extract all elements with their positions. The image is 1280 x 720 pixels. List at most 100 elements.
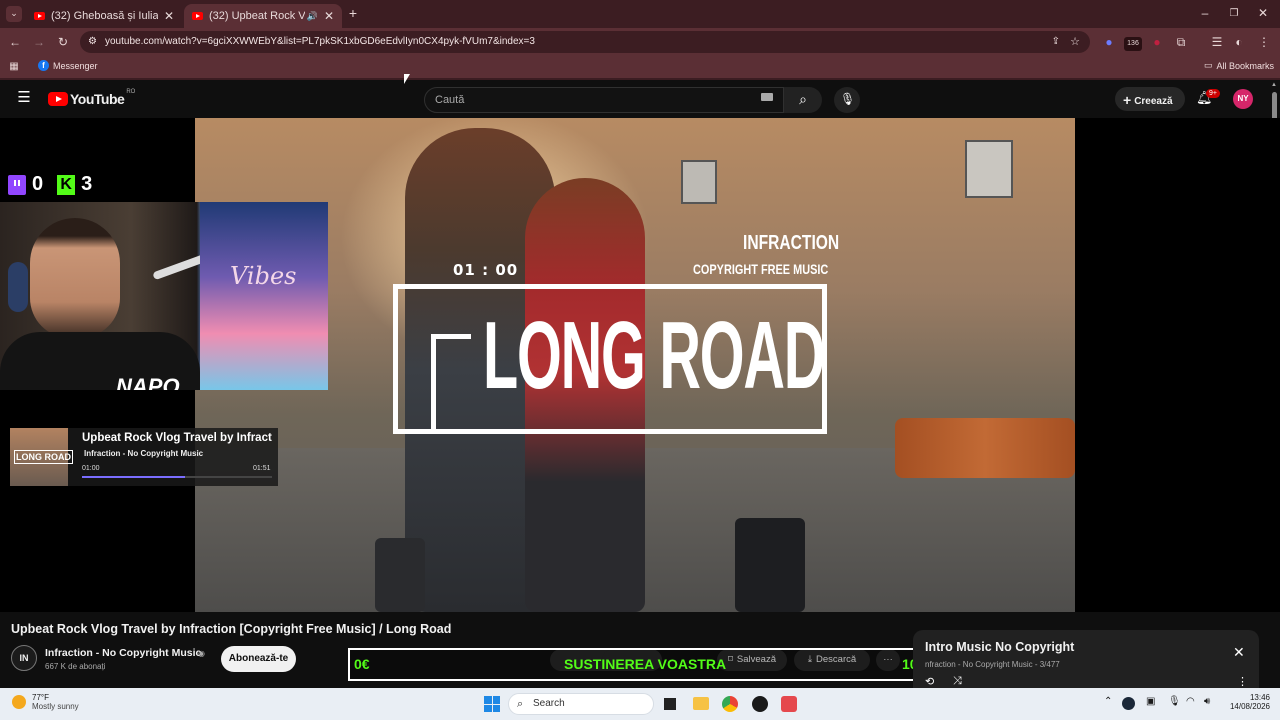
tab-title: (32) Upbeat Rock Vlog Trav <box>209 10 305 22</box>
search-button[interactable]: ⌕ <box>784 87 822 113</box>
tab-search-icon[interactable]: ⌄ <box>6 6 22 22</box>
bookmark-messenger[interactable]: f Messenger <box>38 60 98 71</box>
twitch-icon <box>8 174 26 195</box>
verified-icon: ◉ <box>198 649 205 658</box>
voice-search-button[interactable]: 🎙︎ <box>834 87 860 113</box>
support-label: SUSTINEREA VOASTRA <box>564 656 727 672</box>
loop-icon[interactable]: ⟲ <box>925 675 934 688</box>
avatar[interactable]: NY <box>1233 89 1253 109</box>
menu-icon[interactable]: ⋮ <box>1258 35 1270 49</box>
channel-name[interactable]: Infraction - No Copyright Music <box>45 647 201 659</box>
shuffle-icon[interactable]: ⤨ <box>953 675 962 688</box>
scroll-up-icon[interactable]: ▲ <box>1271 82 1277 88</box>
tab-inactive[interactable]: (32) Gheboasă și Iulia Vorbesc d ✕ <box>26 4 182 28</box>
region-code: RO <box>126 89 136 95</box>
reload-icon[interactable]: ↻ <box>56 35 70 49</box>
weather-desc: Mostly sunny <box>32 702 79 711</box>
tab-close-icon[interactable]: ✕ <box>164 9 174 23</box>
start-button[interactable] <box>484 696 500 712</box>
wifi-icon[interactable]: ◠ <box>1186 696 1195 707</box>
restore-icon[interactable]: ❐ <box>1228 7 1240 21</box>
scene-suitcase <box>735 518 805 612</box>
scene-suitcase <box>375 538 425 612</box>
webcam-overlay: Vibes NAPO <box>0 202 328 390</box>
thumbnail-text: LONG ROAD <box>14 450 73 464</box>
video-time-text: 01 : 00 <box>453 261 519 279</box>
profile-icon[interactable]: ◐ <box>1232 35 1246 49</box>
subscribe-button[interactable]: Abonează-te <box>221 646 296 672</box>
extension-icon[interactable]: ● <box>1150 35 1164 49</box>
microphone-icon[interactable]: 🎙︎ <box>1168 696 1181 707</box>
scene-barrier <box>895 418 1075 478</box>
playlist-panel: Intro Music No Copyright nfraction - No … <box>913 630 1259 688</box>
search-input[interactable]: Caută <box>424 87 784 113</box>
tab-active[interactable]: (32) Upbeat Rock Vlog Trav 🔊 ✕ <box>184 4 342 28</box>
streamer-name: NAPO <box>116 374 180 390</box>
back-icon[interactable]: ← <box>8 35 22 49</box>
app-icon[interactable] <box>752 696 768 712</box>
tray-chevron-icon[interactable]: ⌃ <box>1104 696 1112 707</box>
youtube-favicon-icon <box>34 12 45 20</box>
now-playing-elapsed: 01:00 <box>82 465 100 472</box>
bookmarks-bar: ▦ f Messenger ▭ All Bookmarks <box>0 56 1280 78</box>
volume-icon[interactable]: 🔊︎ <box>1204 696 1210 707</box>
tab-close-icon[interactable]: ✕ <box>324 9 334 23</box>
channel-avatar[interactable]: IN <box>11 645 37 671</box>
minimize-icon[interactable]: – <box>1198 6 1212 20</box>
search-icon: ⌕ <box>799 91 807 107</box>
extensions-puzzle-icon[interactable]: ⧉ <box>1174 35 1188 49</box>
folder-icon: ▭ <box>1204 60 1213 70</box>
hamburger-menu-icon[interactable]: ☰ <box>16 90 32 105</box>
all-bookmarks[interactable]: ▭ All Bookmarks <box>1204 60 1274 71</box>
video-brand: INFRACTION <box>743 232 840 254</box>
sun-icon <box>12 695 26 709</box>
keyboard-icon[interactable] <box>761 93 773 101</box>
subscriber-count: 667 K de abonați <box>45 662 106 671</box>
youtube-wordmark: YouTube <box>70 91 125 107</box>
support-goal-bar: 0€ SUSTINEREA VOASTRA 10€ <box>348 648 933 681</box>
extension-badge[interactable]: 136 <box>1124 37 1142 51</box>
youtube-play-icon <box>48 92 68 106</box>
streamer-headphones <box>8 262 28 312</box>
chrome-icon[interactable] <box>722 696 738 712</box>
mouse-cursor-icon <box>404 74 410 84</box>
file-explorer-icon[interactable] <box>693 697 709 710</box>
now-playing-progress-fill <box>82 476 185 478</box>
player-pillarbox-right <box>1075 118 1280 612</box>
notification-badge: 9+ <box>1206 89 1220 98</box>
new-tab-button[interactable]: + <box>346 6 360 20</box>
media-controls-icon[interactable]: ☰ <box>1210 35 1224 49</box>
now-playing-duration: 01:51 <box>253 465 271 472</box>
kick-count: 3 <box>81 173 93 195</box>
now-playing-title: Upbeat Rock Vlog Travel by Infract <box>82 432 272 444</box>
now-playing-progress-track <box>82 476 272 478</box>
bookmark-star-icon[interactable]: ☆ <box>1070 31 1080 53</box>
create-button[interactable]: + Creează <box>1115 87 1185 111</box>
video-brand-sub: COPYRIGHT FREE MUSIC <box>693 261 829 277</box>
steam-icon[interactable] <box>1122 697 1135 710</box>
weather-widget[interactable]: 77°F Mostly sunny <box>12 693 79 711</box>
close-window-icon[interactable]: ✕ <box>1256 6 1270 20</box>
support-current: 0€ <box>354 656 370 672</box>
forward-icon[interactable]: → <box>32 35 46 49</box>
apps-icon[interactable]: ● <box>1102 35 1116 49</box>
task-view-icon[interactable] <box>664 698 676 710</box>
app-icon[interactable] <box>781 696 797 712</box>
audio-playing-icon[interactable]: 🔊 <box>307 11 318 22</box>
tray-app-icon[interactable]: ▣ <box>1146 696 1155 707</box>
playlist-subtitle: nfraction - No Copyright Music - 3/477 <box>925 660 1060 669</box>
tab-title: (32) Gheboasă și Iulia Vorbesc d <box>51 10 158 22</box>
twitch-counter: 0 K 3 <box>8 173 92 196</box>
playlist-more-icon[interactable]: ⋮ <box>1237 675 1248 688</box>
scene-sign <box>681 160 717 204</box>
bookmark-label: Messenger <box>53 60 98 71</box>
taskbar-search[interactable]: ⌕ Search <box>508 693 654 715</box>
address-bar[interactable]: ⚙ youtube.com/watch?v=6gciXXWWEbY&list=P… <box>80 31 1090 53</box>
youtube-logo[interactable]: YouTube RO <box>48 89 136 107</box>
clock[interactable]: 13:46 14/08/2026 <box>1222 693 1270 711</box>
playlist-close-icon[interactable]: ✕ <box>1233 644 1245 661</box>
site-info-icon[interactable]: ⚙ <box>88 31 97 53</box>
playlist-title[interactable]: Intro Music No Copyright <box>925 640 1074 654</box>
install-app-icon[interactable]: ⇪ <box>1052 31 1060 53</box>
apps-grid-icon[interactable]: ▦ <box>8 60 20 74</box>
